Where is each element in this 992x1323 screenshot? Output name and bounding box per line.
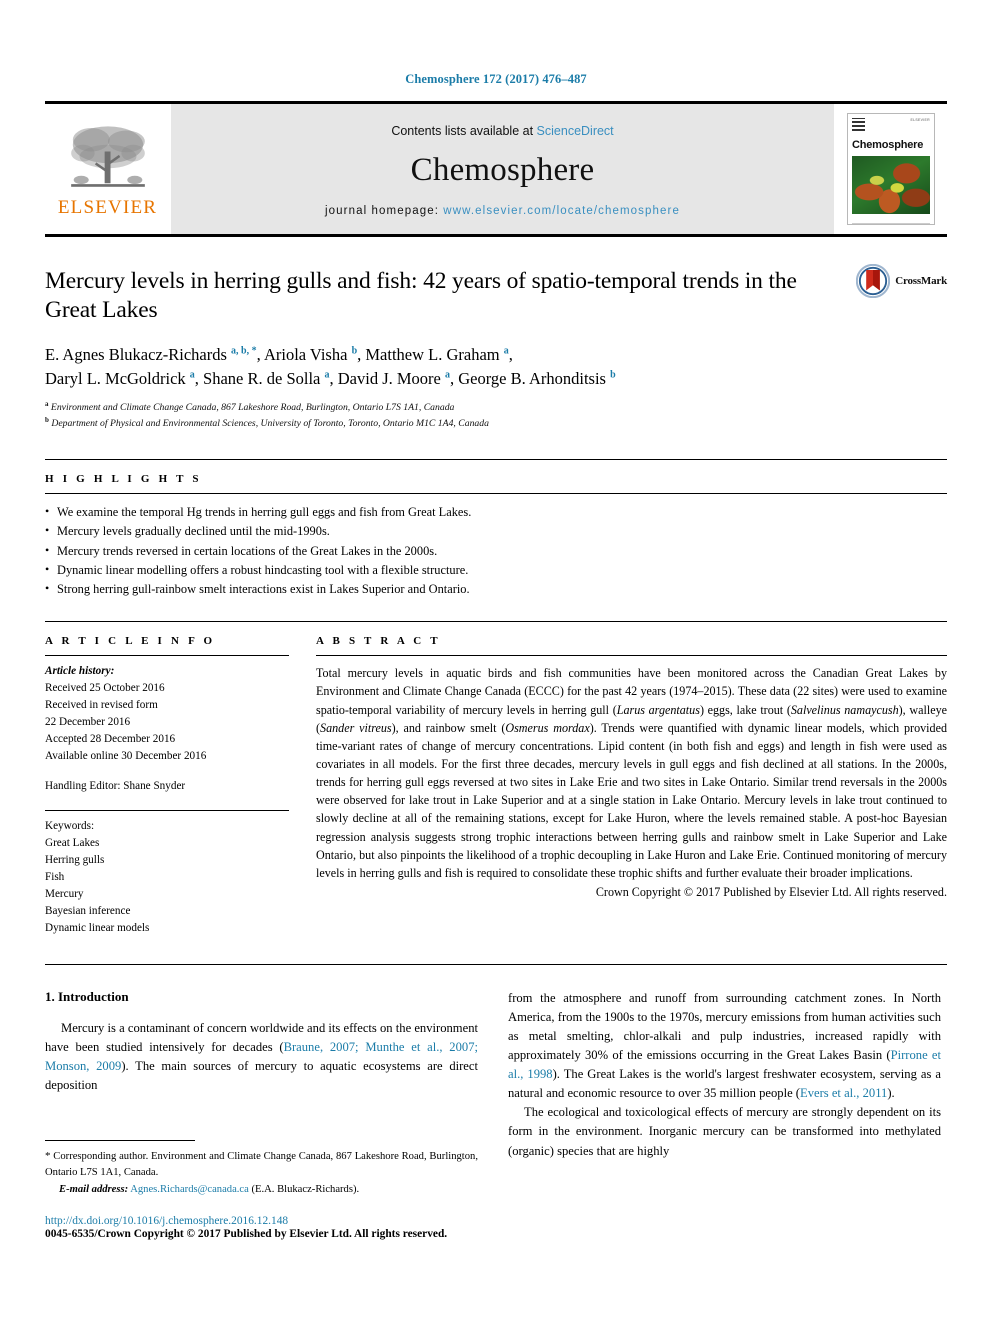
footnote-block: * Corresponding author. Environment and …: [45, 1140, 478, 1240]
keywords-label: Keywords:: [45, 820, 95, 833]
affiliation-a: a Environment and Climate Change Canada,…: [45, 399, 455, 413]
history-line: Received 25 October 2016: [45, 682, 165, 695]
elsevier-tree-icon: [70, 126, 145, 187]
affiliations: a Environment and Climate Change Canada,…: [45, 399, 947, 432]
highlights-rule: [45, 493, 947, 495]
abstract-copyright: Crown Copyright © 2017 Published by Else…: [595, 884, 947, 899]
page-title: Mercury levels in herring gulls and fish…: [45, 268, 797, 324]
keyword-item: Herring gulls: [45, 854, 105, 867]
keyword-item: Fish: [45, 871, 65, 884]
article-info-heading: A R T I C L E I N F O: [45, 635, 216, 648]
author-line-1: E. Agnes Blukacz-Richards a, b, *, Ariol…: [45, 344, 513, 364]
intro-paragraph-left: Mercury is a contaminant of concern worl…: [45, 1020, 478, 1092]
body-separator-rule: [45, 963, 947, 965]
list-item: Mercury levels gradually declined until …: [45, 521, 947, 541]
history-line: Available online 30 December 2016: [45, 750, 207, 763]
barcode-icon: [852, 118, 865, 131]
highlights-heading: H I G H L I G H T S: [45, 473, 202, 486]
intro-paragraph-right-2: The ecological and toxicological effects…: [508, 1105, 941, 1158]
article-info-column: A R T I C L E I N F O Article history: R…: [45, 635, 289, 937]
list-item: We examine the temporal Hg trends in her…: [45, 502, 947, 522]
keywords-block: Keywords: Great Lakes Herring gulls Fish…: [45, 818, 289, 937]
homepage-prefix: journal homepage:: [325, 204, 439, 217]
abstract-text: Total mercury levels in aquatic birds an…: [316, 666, 948, 880]
title-block: Mercury levels in herring gulls and fish…: [45, 264, 947, 432]
journal-cover-thumbnail: ELSEVIER Chemosphere: [835, 104, 947, 234]
author-line-2: Daryl L. McGoldrick a, Shane R. de Solla…: [45, 368, 616, 388]
intro-paragraph-right-1: from the atmosphere and runoff from surr…: [508, 990, 941, 1101]
info-abstract-section: A R T I C L E I N F O Article history: R…: [45, 621, 947, 937]
corresponding-author-note: * Corresponding author. Environment and …: [45, 1150, 478, 1178]
list-item: Strong herring gull-rainbow smelt intera…: [45, 579, 947, 599]
abstract-heading: A B S T R A C T: [316, 635, 441, 648]
crossmark-badge[interactable]: CrossMark: [856, 264, 947, 298]
abstract-rule: [316, 655, 947, 657]
body-column-right: from the atmosphere and runoff from surr…: [508, 989, 941, 1161]
email-label: E-mail address:: [59, 1183, 129, 1195]
keyword-item: Mercury: [45, 888, 84, 901]
running-head: Chemosphere 172 (2017) 476–487: [405, 72, 587, 86]
masthead-center: Contents lists available at ScienceDirec…: [170, 104, 835, 234]
contents-available-line: Contents lists available at ScienceDirec…: [391, 124, 613, 138]
keyword-item: Bayesian inference: [45, 905, 131, 918]
doi-block: http://dx.doi.org/10.1016/j.chemosphere.…: [45, 1215, 478, 1240]
highlights-list: We examine the temporal Hg trends in her…: [45, 502, 947, 599]
article-page: Chemosphere 172 (2017) 476–487 ELSEVIER …: [0, 0, 992, 1323]
email-owner: (E.A. Blukacz-Richards).: [251, 1183, 360, 1195]
journal-title: Chemosphere: [410, 151, 595, 188]
elsevier-logo: ELSEVIER: [45, 104, 170, 234]
journal-masthead: ELSEVIER Contents lists available at Sci…: [45, 101, 947, 237]
footnote-rule: [45, 1140, 195, 1141]
author-list: E. Agnes Blukacz-Richards a, b, *, Ariol…: [45, 343, 865, 391]
sciencedirect-link[interactable]: ScienceDirect: [537, 124, 614, 138]
cover-image: ELSEVIER Chemosphere: [847, 113, 935, 225]
issn-copyright-line: 0045-6535/Crown Copyright © 2017 Publish…: [45, 1227, 448, 1240]
keywords-rule: [45, 810, 289, 812]
keyword-item: Dynamic linear models: [45, 922, 150, 935]
history-line: Received in revised form: [45, 699, 158, 712]
body-columns: 1. Introduction Mercury is a contaminant…: [45, 989, 947, 1161]
crossmark-label: CrossMark: [895, 275, 947, 287]
article-info-rule: [45, 655, 289, 657]
email-link[interactable]: Agnes.Richards@canada.ca: [130, 1184, 249, 1195]
cover-footer-rule: [852, 214, 930, 224]
handling-editor: Handling Editor: Shane Snyder: [45, 780, 186, 793]
article-history-label: Article history:: [45, 665, 115, 678]
elsevier-wordmark: ELSEVIER: [57, 197, 158, 218]
history-line: 22 December 2016: [45, 716, 131, 729]
journal-homepage-line: journal homepage: www.elsevier.com/locat…: [325, 205, 680, 217]
affiliation-b: b Department of Physical and Environment…: [45, 415, 489, 430]
email-note: E-mail address: Agnes.Richards@canada.ca…: [45, 1182, 478, 1198]
doi-link[interactable]: http://dx.doi.org/10.1016/j.chemosphere.…: [45, 1215, 478, 1227]
crossmark-icon: [856, 264, 891, 298]
highlights-section: H I G H L I G H T S We examine the tempo…: [45, 459, 947, 599]
cover-photo-leaves: [852, 156, 930, 214]
article-history: Article history: Received 25 October 201…: [45, 663, 289, 795]
section-heading-introduction: 1. Introduction: [45, 988, 129, 1004]
cover-journal-title: Chemosphere: [852, 139, 924, 151]
abstract-column: A B S T R A C T Total mercury levels in …: [316, 635, 947, 937]
cover-topbar: ELSEVIER: [852, 118, 930, 134]
list-item: Dynamic linear modelling offers a robust…: [45, 560, 947, 580]
homepage-url-link[interactable]: www.elsevier.com/locate/chemosphere: [443, 205, 680, 217]
keyword-item: Great Lakes: [45, 837, 100, 850]
list-item: Mercury trends reversed in certain locat…: [45, 541, 947, 561]
body-column-left: 1. Introduction Mercury is a contaminant…: [45, 989, 478, 1161]
contents-prefix: Contents lists available at: [391, 123, 534, 138]
cover-publisher-label: ELSEVIER: [910, 118, 930, 122]
history-line: Accepted 28 December 2016: [45, 733, 176, 746]
